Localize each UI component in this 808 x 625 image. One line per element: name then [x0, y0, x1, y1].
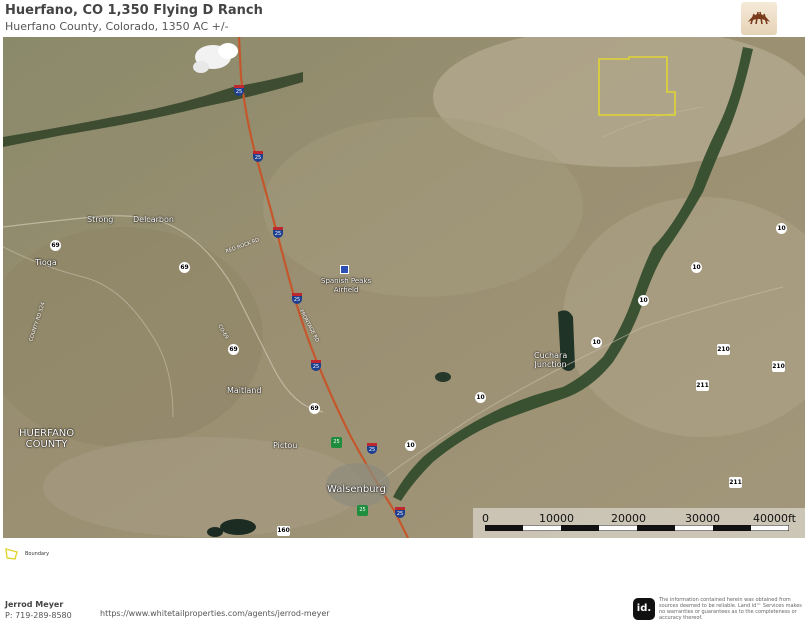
place-cuchara-junction: Cuchara Junction: [534, 351, 568, 369]
route-shield: 160: [277, 526, 290, 536]
route-shield: 69: [50, 240, 61, 251]
route-shield: 10: [691, 262, 702, 273]
airfield-icon: [340, 265, 349, 274]
place-pictou: Pictou: [273, 441, 298, 450]
page-title: Huerfano, CO 1,350 Flying D Ranch: [5, 3, 263, 18]
place-airfield: Spanish Peaks Airfield: [321, 277, 372, 294]
route-shield: 211: [696, 380, 709, 391]
disclaimer-text: The information contained herein was obt…: [659, 597, 802, 621]
whitetail-logo: [741, 2, 777, 35]
interstate-shield: 25: [311, 360, 321, 371]
scale-tick-label: 40000ft: [753, 512, 796, 525]
interstate-shield: 25: [395, 507, 405, 518]
county-label: HUERFANO COUNTY: [19, 428, 75, 450]
interstate-shield: 25: [273, 227, 283, 238]
scale-bar: 0 10000 20000 30000 40000ft: [473, 508, 805, 538]
page-subtitle: Huerfano County, Colorado, 1350 AC +/-: [5, 20, 229, 33]
scale-tick-label: 0: [482, 512, 489, 525]
boundary-legend-icon: [5, 548, 18, 560]
route-shield: 10: [776, 223, 787, 234]
place-tioga: Tioga: [35, 258, 57, 267]
scale-tick-label: 10000: [539, 512, 574, 525]
route-shield: 69: [179, 262, 190, 273]
us-route-shield: 25: [331, 437, 342, 448]
place-walsenburg: Walsenburg: [327, 484, 386, 495]
agent-url-link[interactable]: https://www.whitetailproperties.com/agen…: [100, 609, 330, 618]
us-route-shield: 25: [357, 505, 368, 516]
scale-tick-label: 20000: [611, 512, 646, 525]
route-shield: 210: [772, 361, 785, 372]
route-shield: 10: [405, 440, 416, 451]
place-delcarbon: Delcarbon: [133, 215, 174, 224]
route-shield: 10: [591, 337, 602, 348]
interstate-shield: 25: [253, 151, 263, 162]
route-shield: 10: [475, 392, 486, 403]
route-shield: 69: [309, 403, 320, 414]
scale-tick-label: 30000: [685, 512, 720, 525]
interstate-shield: 25: [234, 85, 244, 96]
agent-phone: P: 719-289-8580: [5, 611, 72, 620]
satellite-imagery: [3, 37, 805, 538]
interstate-shield: 25: [367, 443, 377, 454]
route-shield: 211: [729, 477, 742, 488]
agent-name: Jerrod Meyer: [5, 600, 64, 609]
route-shield: 10: [638, 295, 649, 306]
land-id-logo: id.: [633, 598, 655, 620]
route-shield: 69: [228, 344, 239, 355]
place-maitland: Maitland: [227, 386, 262, 395]
place-strong: Strong: [87, 215, 114, 224]
legend-boundary-label: Boundary: [25, 551, 50, 557]
route-shield: 210: [717, 344, 730, 355]
interstate-shield: 25: [292, 293, 302, 304]
map-view[interactable]: Strong Delcarbon Tioga Spanish Peaks Air…: [3, 37, 805, 538]
scale-bar-graphic: [485, 525, 789, 531]
